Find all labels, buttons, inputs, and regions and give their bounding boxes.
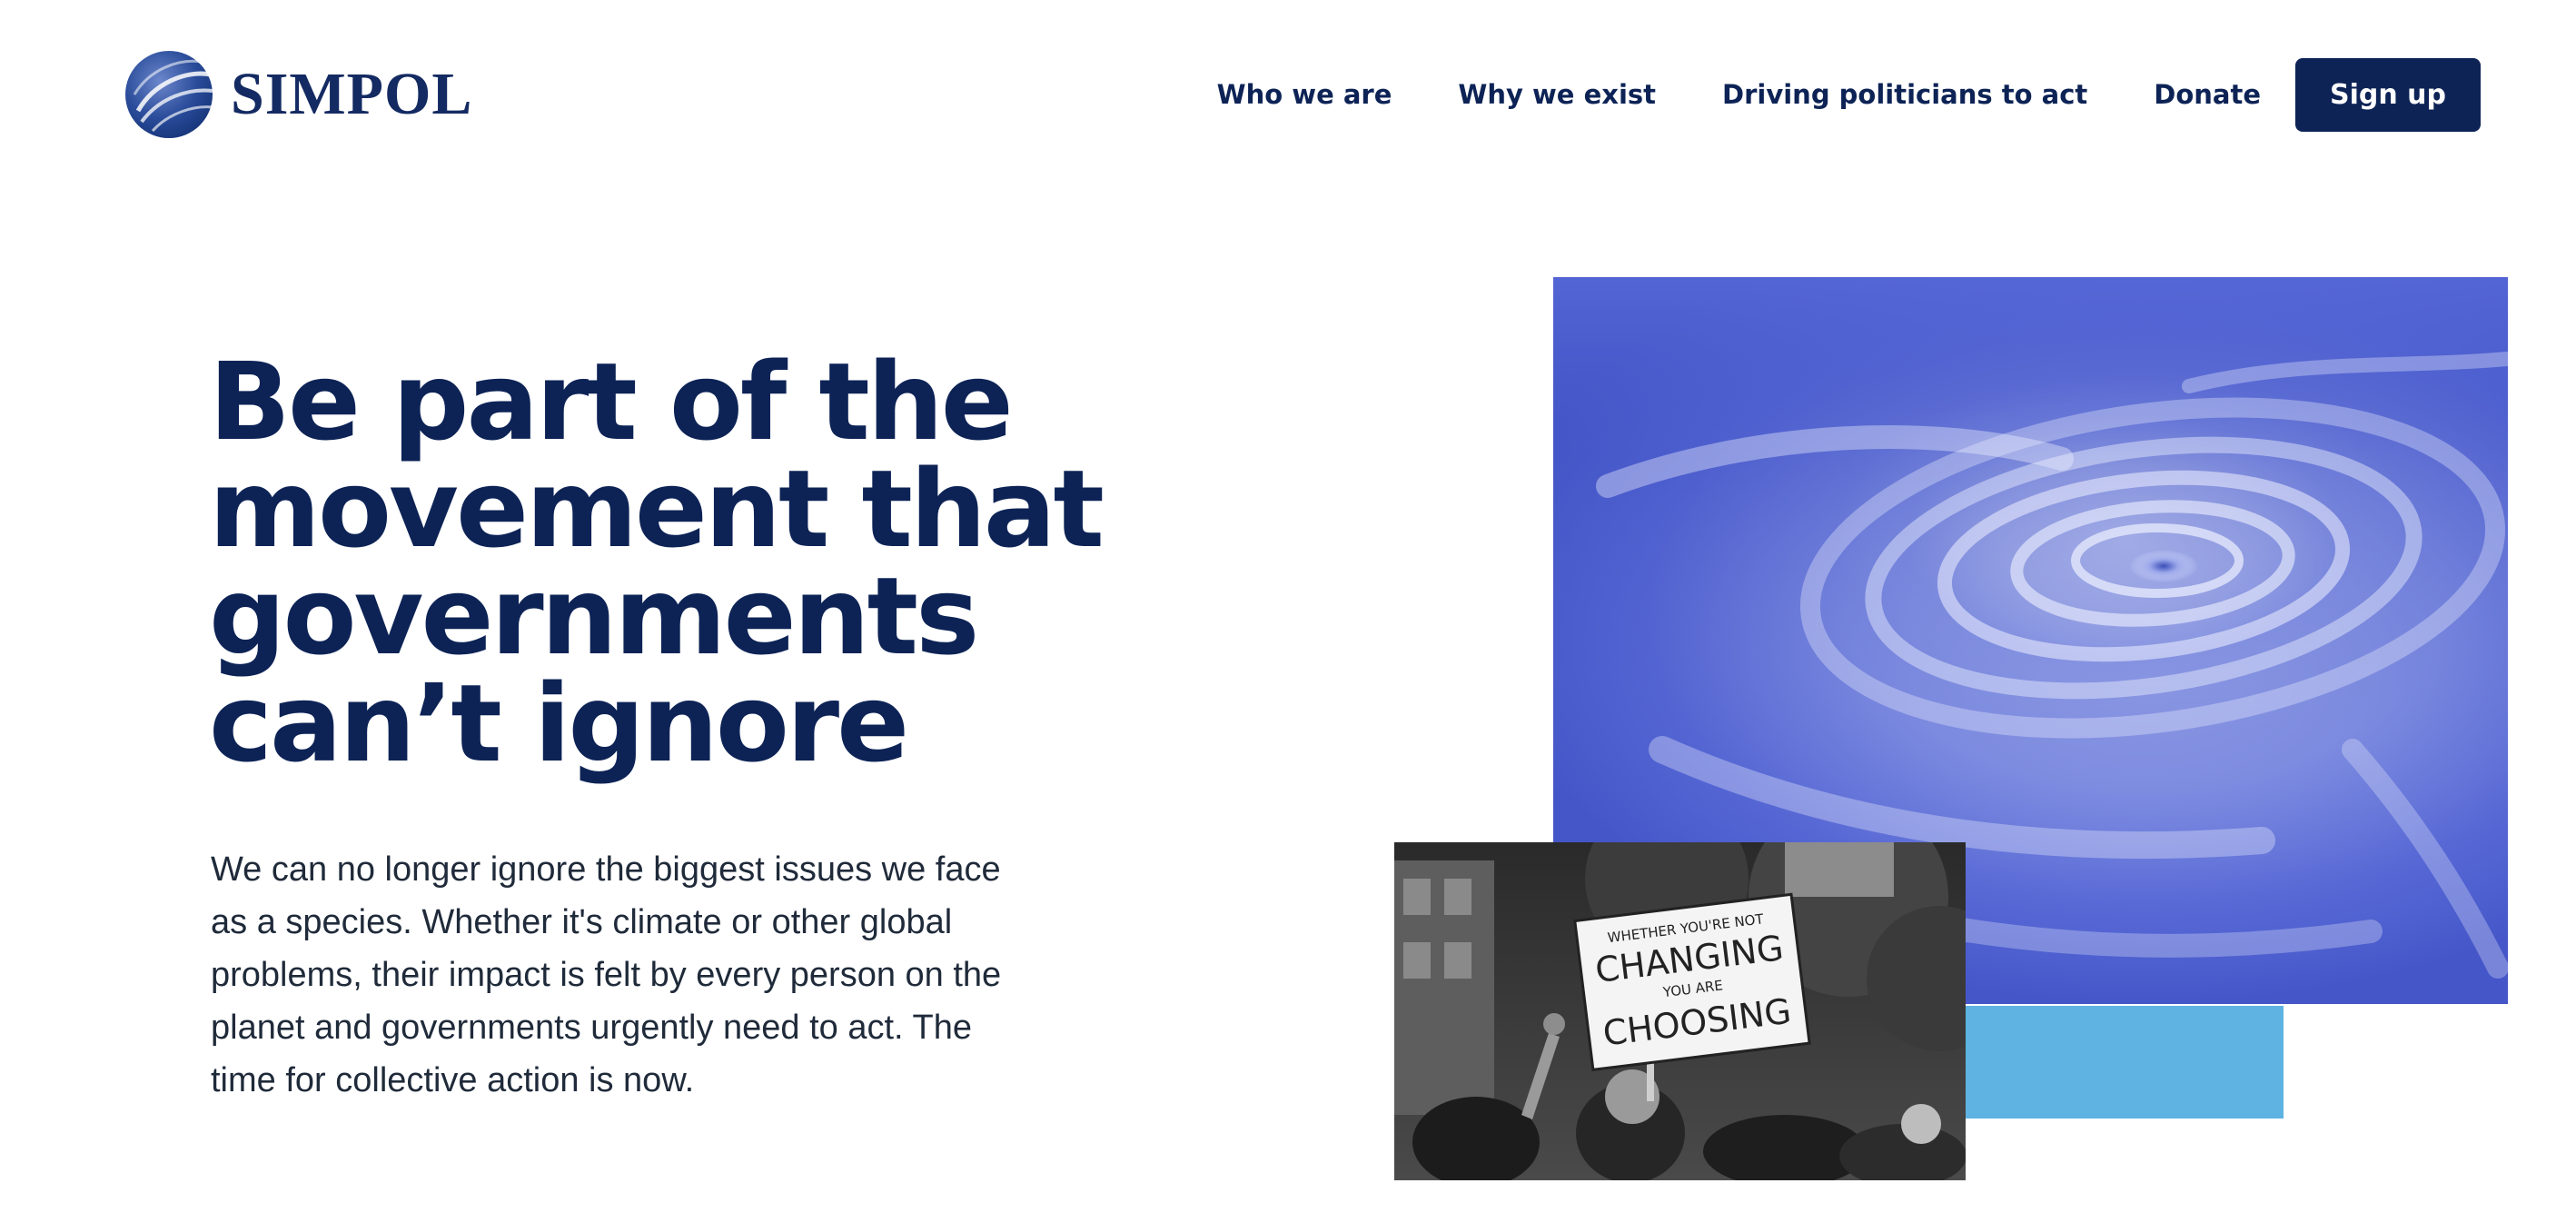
hero-title: Be part of the movement that governments… <box>209 339 1105 786</box>
nav-donate[interactable]: Donate <box>2154 79 2261 110</box>
main-nav: Who we are Why we exist Driving politici… <box>1217 57 2481 132</box>
nav-why-we-exist[interactable]: Why we exist <box>1458 79 1656 110</box>
accent-block <box>1964 1006 2284 1119</box>
nav-who-we-are[interactable]: Who we are <box>1217 79 1392 110</box>
hero-description: We can no longer ignore the biggest issu… <box>211 850 1002 1099</box>
globe-logo-icon <box>125 51 213 138</box>
simpol-logo[interactable]: SIMPOL <box>122 47 472 142</box>
logo-wordmark: SIMPOL <box>231 61 473 127</box>
section-divider-shadow <box>472 1190 2107 1223</box>
protest-photo: WHETHER YOU'RE NOT CHANGING YOU ARE CHOO… <box>1394 842 1966 1180</box>
sign-up-button[interactable]: Sign up <box>2295 57 2481 132</box>
nav-driving-politicians[interactable]: Driving politicians to act <box>1722 79 2087 110</box>
site-header: SIMPOL Who we are Why we exist Driving p… <box>0 0 2576 191</box>
